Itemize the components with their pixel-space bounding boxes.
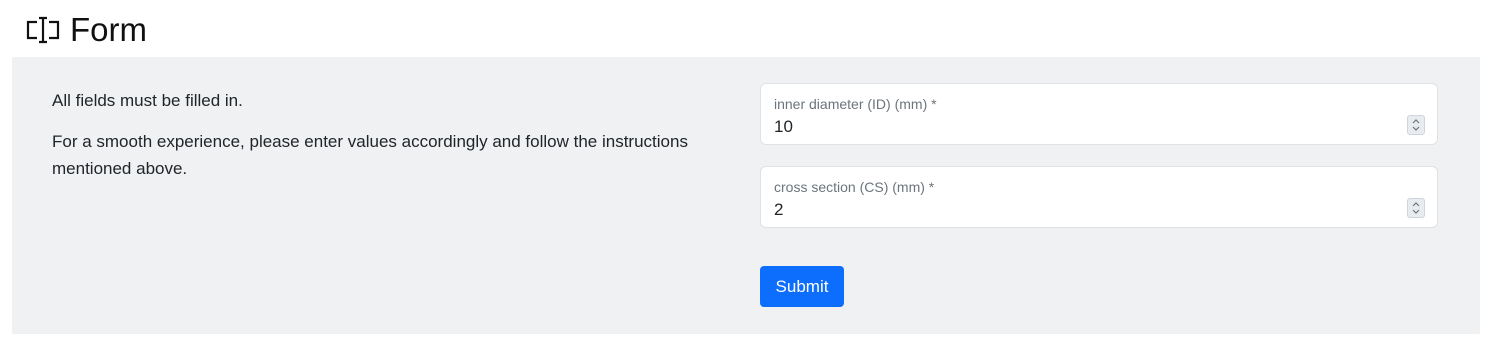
cross-section-label: cross section (CS) (mm) * <box>774 179 935 195</box>
instructions: All fields must be filled in. For a smoo… <box>52 87 732 196</box>
inner-diameter-field[interactable]: inner diameter (ID) (mm) * <box>760 83 1438 145</box>
form-textbox-icon <box>24 15 62 45</box>
submit-button[interactable]: Submit <box>760 266 844 307</box>
cross-section-input[interactable] <box>774 200 1374 220</box>
instruction-required: All fields must be filled in. <box>52 91 243 110</box>
page-header: Form <box>24 10 147 50</box>
inner-diameter-spinner[interactable] <box>1407 115 1425 135</box>
page-title: Form <box>70 11 147 48</box>
spinner-arrows-icon <box>1412 119 1420 131</box>
instruction-guidance: For a smooth experience, please enter va… <box>52 132 688 178</box>
cross-section-field[interactable]: cross section (CS) (mm) * <box>760 166 1438 228</box>
inner-diameter-input[interactable] <box>774 117 1374 137</box>
spinner-arrows-icon <box>1412 202 1420 214</box>
cross-section-spinner[interactable] <box>1407 198 1425 218</box>
form-panel: All fields must be filled in. For a smoo… <box>12 57 1480 334</box>
inner-diameter-label: inner diameter (ID) (mm) * <box>774 96 937 112</box>
